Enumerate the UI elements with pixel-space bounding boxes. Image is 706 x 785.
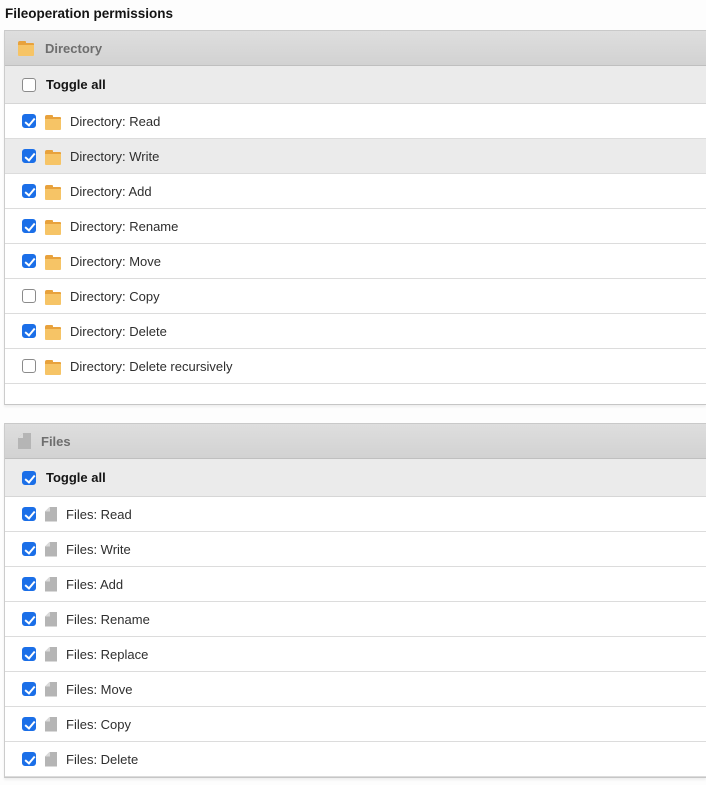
folder-icon <box>45 289 61 305</box>
permission-checkbox[interactable] <box>22 184 36 198</box>
permission-checkbox[interactable] <box>22 717 36 731</box>
folder-icon <box>45 324 61 340</box>
permission-label: Files: Replace <box>66 646 149 662</box>
permission-row-files-add[interactable]: Files: Add <box>5 567 706 602</box>
permission-row-directory-move[interactable]: Directory: Move <box>5 244 706 279</box>
permission-label: Directory: Delete <box>70 323 167 339</box>
folder-icon <box>45 114 61 130</box>
permission-label: Files: Delete <box>66 751 139 767</box>
permission-row-files-rename[interactable]: Files: Rename <box>5 602 706 637</box>
permission-checkbox[interactable] <box>22 359 36 373</box>
permission-checkbox[interactable] <box>22 752 36 766</box>
directory-section-header: Directory <box>5 30 706 66</box>
file-icon <box>45 577 57 592</box>
toggle-all-label: Toggle all <box>46 470 106 485</box>
permission-checkbox[interactable] <box>22 647 36 661</box>
permission-checkbox[interactable] <box>22 542 36 556</box>
permission-checkbox[interactable] <box>22 114 36 128</box>
permission-label: Files: Rename <box>66 611 150 627</box>
files-toggle-all-checkbox[interactable] <box>22 470 36 485</box>
folder-icon <box>45 184 61 200</box>
file-icon <box>45 507 57 522</box>
files-section-header: Files <box>5 423 706 459</box>
permission-label: Directory: Move <box>70 253 162 269</box>
permission-checkbox[interactable] <box>22 507 36 521</box>
page-title: Fileoperation permissions <box>5 6 174 21</box>
permission-row-directory-read[interactable]: Directory: Read <box>5 104 706 139</box>
permission-checkbox[interactable] <box>22 149 36 163</box>
permission-label: Files: Read <box>66 506 132 522</box>
directory-section: Directory Toggle all Directory: Read Dir… <box>4 30 706 405</box>
permission-checkbox[interactable] <box>22 289 36 303</box>
permission-checkbox[interactable] <box>22 254 36 268</box>
permission-row-files-move[interactable]: Files: Move <box>5 672 706 707</box>
file-icon <box>45 717 57 732</box>
directory-toggle-all-checkbox[interactable] <box>22 77 36 92</box>
permission-row-directory-add[interactable]: Directory: Add <box>5 174 706 209</box>
file-icon <box>45 542 57 557</box>
file-icon <box>45 682 57 697</box>
permission-label: Directory: Rename <box>70 218 179 234</box>
toggle-all-label: Toggle all <box>46 77 106 92</box>
section-footer <box>5 384 706 404</box>
permission-checkbox[interactable] <box>22 324 36 338</box>
permission-row-files-read[interactable]: Files: Read <box>5 497 706 532</box>
file-icon <box>18 433 31 449</box>
permission-checkbox[interactable] <box>22 682 36 696</box>
folder-icon <box>45 149 61 165</box>
file-icon <box>45 647 57 662</box>
permission-label: Directory: Read <box>70 113 161 129</box>
permission-label: Files: Write <box>66 541 131 557</box>
section-header-label: Files <box>41 433 71 449</box>
files-section: Files Toggle all Files: Read Files: Writ… <box>4 423 706 778</box>
permission-row-files-copy[interactable]: Files: Copy <box>5 707 706 742</box>
permission-checkbox[interactable] <box>22 612 36 626</box>
permission-row-directory-copy[interactable]: Directory: Copy <box>5 279 706 314</box>
folder-icon <box>45 359 61 375</box>
permission-label: Directory: Delete recursively <box>70 358 233 374</box>
files-toggle-all-row[interactable]: Toggle all <box>5 459 706 497</box>
permission-row-files-write[interactable]: Files: Write <box>5 532 706 567</box>
permission-row-directory-write[interactable]: Directory: Write <box>5 139 706 174</box>
permission-label: Directory: Write <box>70 148 160 164</box>
permission-checkbox[interactable] <box>22 577 36 591</box>
permission-label: Files: Move <box>66 681 133 697</box>
fileoperation-permissions-panel: Fileoperation permissions Directory Togg… <box>0 0 706 778</box>
file-icon <box>45 752 57 767</box>
permission-label: Files: Add <box>66 576 124 592</box>
permission-label: Directory: Add <box>70 183 152 199</box>
permission-row-directory-rename[interactable]: Directory: Rename <box>5 209 706 244</box>
directory-toggle-all-row[interactable]: Toggle all <box>5 66 706 104</box>
permission-label: Directory: Copy <box>70 288 160 304</box>
folder-icon <box>45 254 61 270</box>
permission-row-files-replace[interactable]: Files: Replace <box>5 637 706 672</box>
folder-icon <box>18 41 35 56</box>
file-icon <box>45 612 57 627</box>
permission-row-files-delete[interactable]: Files: Delete <box>5 742 706 777</box>
folder-icon <box>45 219 61 235</box>
section-header-label: Directory <box>45 40 103 56</box>
permission-row-directory-delete[interactable]: Directory: Delete <box>5 314 706 349</box>
permission-checkbox[interactable] <box>22 219 36 233</box>
permission-label: Files: Copy <box>66 716 132 732</box>
permission-row-directory-delete-recursively[interactable]: Directory: Delete recursively <box>5 349 706 384</box>
